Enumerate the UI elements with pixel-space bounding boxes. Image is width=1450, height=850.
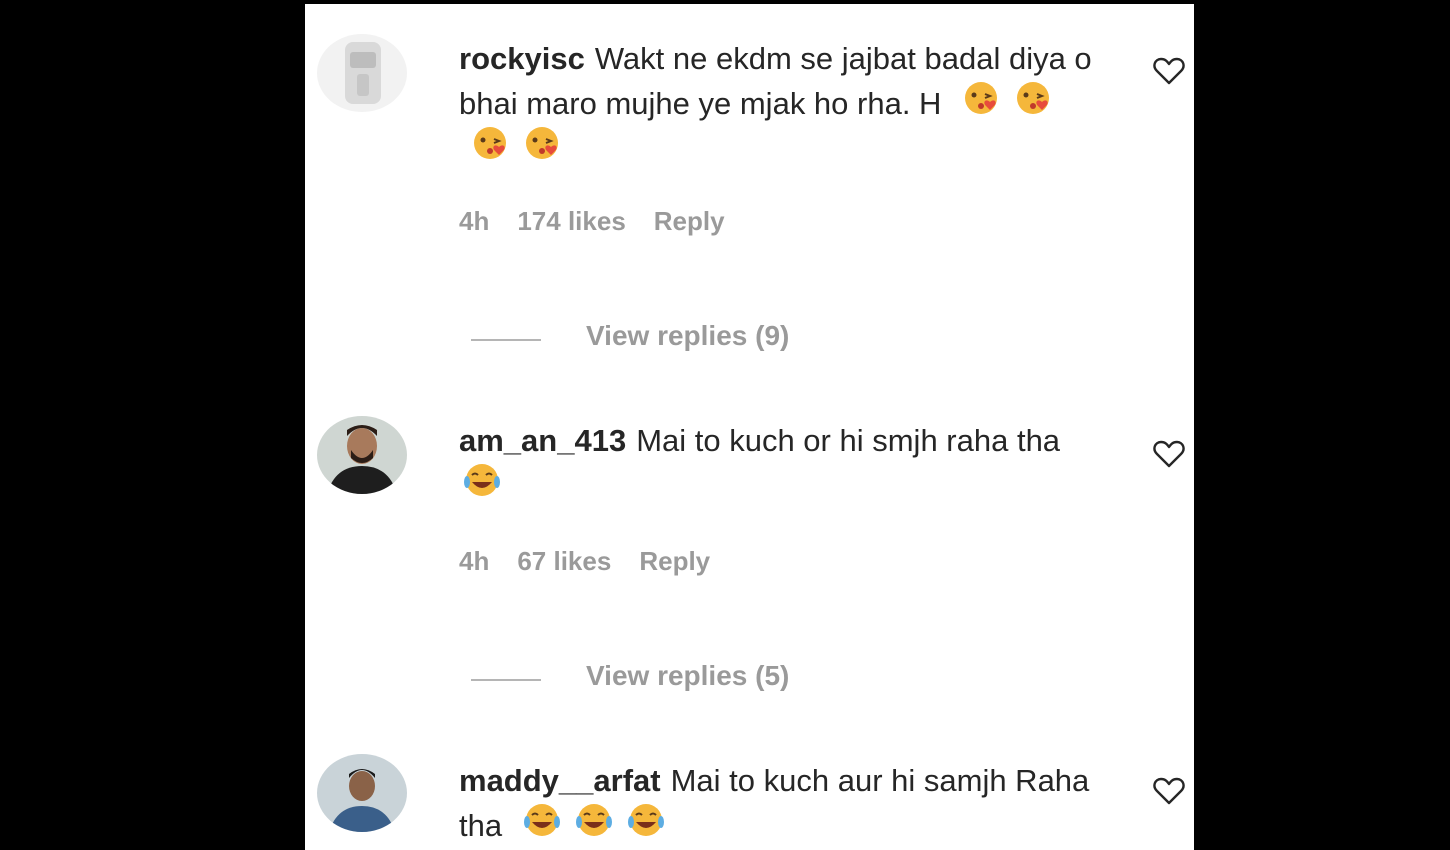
view-replies-label[interactable]: View replies (9) (586, 320, 789, 352)
face-with-tears-of-joy-icon (575, 804, 612, 836)
heart-icon (1153, 777, 1185, 805)
face-blowing-kiss-icon (1017, 82, 1050, 114)
reply-button[interactable]: Reply (654, 206, 725, 237)
avatar-image-am-an-413 (317, 416, 407, 494)
view-replies-label[interactable]: View replies (5) (586, 660, 789, 692)
comments-panel: rockyisc Wakt ne ekdm se jajbat badal diy… (305, 4, 1194, 850)
avatar[interactable] (317, 416, 407, 494)
comment-likes[interactable]: 67 likes (517, 546, 611, 577)
view-replies-button[interactable]: View replies (5) (471, 660, 891, 700)
face-blowing-kiss-icon (474, 127, 506, 159)
like-button[interactable] (1153, 439, 1185, 469)
avatar-image-rockyisc (317, 34, 407, 112)
heart-icon (1153, 57, 1185, 85)
view-replies-line (471, 339, 541, 341)
emoji-row (502, 804, 667, 843)
comment-likes[interactable]: 174 likes (517, 206, 625, 237)
view-replies-button[interactable]: View replies (9) (471, 320, 891, 360)
view-replies-line (471, 679, 541, 681)
comment-time: 4h (459, 206, 490, 236)
like-button[interactable] (1153, 776, 1185, 806)
comment-text: maddy__arfat Mai to kuch aur hi samjh Rah… (459, 759, 1099, 847)
comment-time: 4h (459, 546, 490, 576)
comment-body: Mai to kuch or hi smjh raha tha (636, 423, 1061, 458)
heart-icon (1153, 440, 1185, 468)
face-blowing-kiss-icon (526, 127, 558, 159)
comment-text: rockyisc Wakt ne ekdm se jajbat badal diy… (459, 37, 1099, 170)
face-blowing-kiss-icon (965, 82, 998, 114)
comment-username[interactable]: rockyisc (459, 41, 585, 76)
face-with-tears-of-joy-icon (523, 804, 560, 836)
comment-meta: 4h 67 likes Reply (459, 546, 738, 577)
comment-text: am_an_413 Mai to kuch or hi smjh raha tha (459, 419, 1099, 507)
avatar[interactable] (317, 754, 407, 832)
avatar[interactable] (317, 34, 407, 112)
face-with-tears-of-joy-icon (464, 464, 500, 496)
reply-button[interactable]: Reply (639, 546, 710, 577)
face-with-tears-of-joy-icon (627, 804, 664, 836)
comment-username[interactable]: maddy__arfat (459, 763, 661, 798)
like-button[interactable] (1153, 56, 1185, 86)
avatar-image-maddy-arfat (317, 754, 407, 832)
comment-meta: 4h 174 likes Reply (459, 206, 753, 237)
emoji-row (459, 464, 503, 503)
comment-username[interactable]: am_an_413 (459, 423, 626, 458)
